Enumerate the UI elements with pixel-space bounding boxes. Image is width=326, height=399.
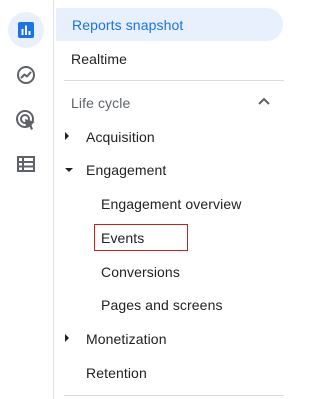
nav-item-label: Engagement overview	[101, 195, 242, 212]
nav-item-label: Engagement	[86, 161, 167, 178]
nav-item-pages-and-screens[interactable]: Pages and screens	[54, 288, 223, 321]
nav-item-events[interactable]: Events	[54, 221, 144, 254]
divider	[64, 395, 284, 396]
nav-item-label: Realtime	[71, 50, 128, 67]
configure-nav-button[interactable]	[8, 146, 44, 182]
nav-item-label: Acquisition	[86, 128, 155, 145]
nav-item-engagement[interactable]: Engagement	[54, 153, 166, 186]
nav-item-realtime[interactable]: Realtime	[54, 42, 127, 75]
chevron-up-icon[interactable]	[257, 96, 271, 106]
nav-item-monetization[interactable]: Monetization	[54, 322, 167, 355]
nav-item-retention[interactable]: Retention	[54, 356, 147, 389]
nav-item-acquisition[interactable]: Acquisition	[54, 120, 155, 153]
section-header-label: Life cycle	[71, 94, 131, 111]
icon-rail	[0, 0, 54, 399]
configure-icon	[17, 156, 35, 172]
advertising-nav-button[interactable]	[8, 102, 44, 138]
explore-nav-button[interactable]	[8, 57, 44, 93]
section-header-life-cycle[interactable]: Life cycle	[54, 86, 274, 119]
reports-icon	[18, 22, 34, 38]
advertising-icon	[16, 110, 35, 130]
nav-item-label: Reports snapshot	[72, 16, 184, 33]
nav-item-label: Conversions	[101, 263, 180, 280]
nav-item-reports-snapshot[interactable]: Reports snapshot	[56, 8, 283, 41]
nav-item-label: Events	[101, 229, 145, 246]
nav-item-label: Pages and screens	[101, 296, 223, 313]
reports-nav-panel: Reports snapshot Realtime Life cycle Acq…	[54, 0, 326, 399]
nav-item-label: Retention	[86, 364, 147, 381]
divider	[64, 80, 284, 81]
nav-item-conversions[interactable]: Conversions	[54, 255, 180, 288]
explore-icon	[17, 66, 35, 84]
nav-item-engagement-overview[interactable]: Engagement overview	[54, 187, 241, 220]
nav-item-label: Monetization	[86, 330, 167, 347]
reports-nav-button[interactable]	[8, 12, 44, 48]
